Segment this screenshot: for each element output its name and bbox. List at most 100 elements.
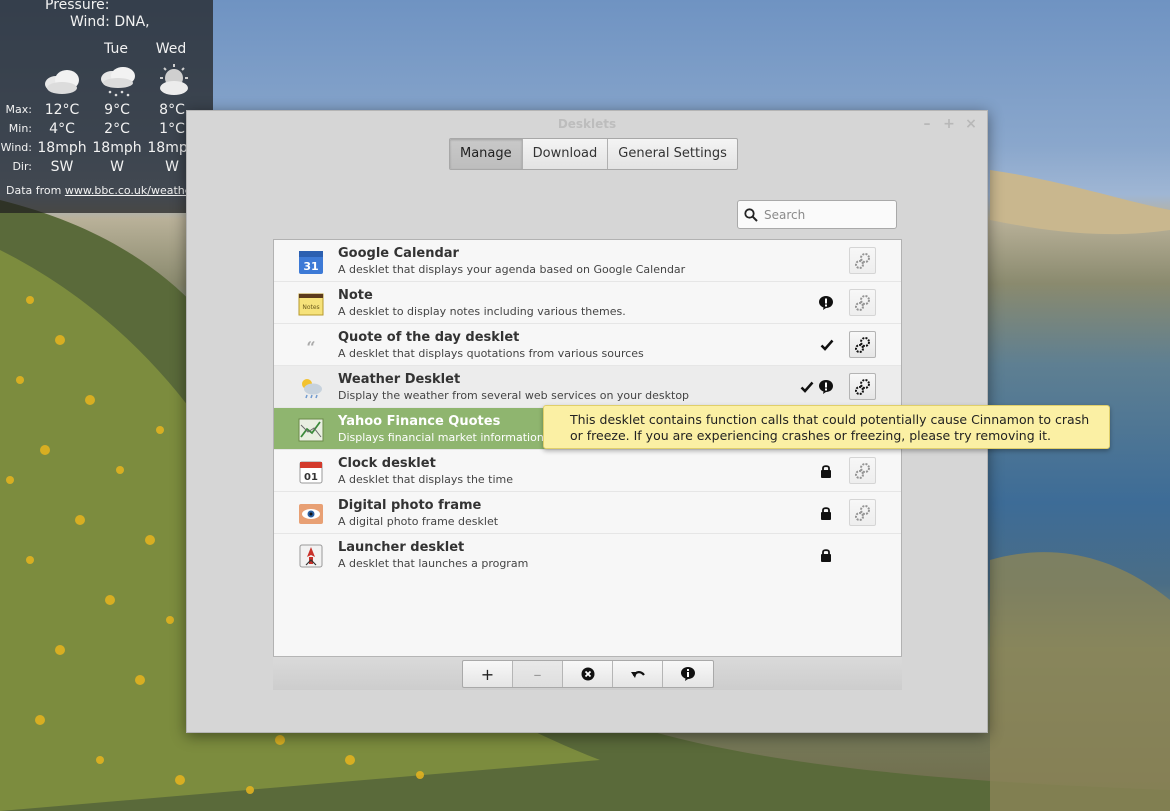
wind-row-label: Wind:	[0, 141, 32, 154]
list-item-clock-desklet[interactable]: 01 Clock desklet A desklet that displays…	[274, 450, 901, 492]
gear-icon	[854, 294, 870, 311]
list-item-digital-photo-frame[interactable]: Digital photo frame A digital photo fram…	[274, 492, 901, 534]
maximize-button[interactable]: +	[943, 111, 955, 137]
configure-button[interactable]	[849, 373, 876, 400]
calendar-01-icon: 01	[299, 461, 323, 484]
warning-icon[interactable]	[818, 295, 834, 311]
dir-today: SW	[50, 159, 74, 175]
restore-button[interactable]	[613, 661, 663, 687]
minimize-button[interactable]: –	[921, 111, 933, 137]
tab-general-settings[interactable]: General Settings	[608, 139, 737, 169]
desklet-name: Weather Desklet	[338, 372, 461, 387]
tab-bar: Manage Download General Settings	[449, 138, 738, 170]
desklet-list: 31 Google Calendar A desklet that displa…	[273, 239, 902, 689]
window-titlebar[interactable]: Desklets – + ×	[187, 111, 987, 137]
configure-button[interactable]	[849, 457, 876, 484]
min-label: Min:	[8, 122, 32, 135]
list-item-weather-desklet[interactable]: Weather Desklet Display the weather from…	[274, 366, 901, 408]
remove-button[interactable]: –	[513, 661, 563, 687]
day-wed: Wed	[155, 41, 187, 57]
configure-button[interactable]	[849, 499, 876, 526]
list-item-launcher-desklet[interactable]: Launcher desklet A desklet that launches…	[274, 534, 901, 576]
rain-cloud-icon	[101, 67, 135, 97]
list-item-note[interactable]: Notes Note A desklet to display notes in…	[274, 282, 901, 324]
svg-text:“: “	[306, 338, 315, 357]
about-button[interactable]	[663, 661, 713, 687]
desklet-description: A desklet to display notes including var…	[338, 305, 626, 318]
tab-download[interactable]: Download	[523, 139, 609, 169]
remove-all-button[interactable]	[563, 661, 613, 687]
desklet-description: Display the weather from several web ser…	[338, 389, 690, 402]
max-today: 12°C	[44, 102, 80, 118]
cloudy-icon	[45, 70, 79, 94]
search-input[interactable]	[764, 207, 889, 222]
wind-today: 18mph	[37, 140, 87, 156]
check-icon	[800, 381, 814, 393]
circle-x-icon	[581, 667, 594, 681]
min-tue: 2°C	[104, 121, 130, 137]
warning-icon[interactable]	[818, 379, 834, 395]
note-icon-label: Notes	[302, 304, 319, 311]
sun-cloud-icon	[160, 64, 188, 95]
search-icon	[744, 207, 758, 222]
desklet-description: A desklet that displays your agenda base…	[338, 263, 686, 276]
wind-tue: 18mph	[92, 140, 142, 156]
calendar-day-text: 31	[303, 260, 318, 273]
gear-icon	[854, 252, 870, 269]
check-icon	[820, 339, 834, 351]
add-button[interactable]: +	[463, 661, 513, 687]
list-item-quote-of-the-day[interactable]: “ Quote of the day desklet A desklet tha…	[274, 324, 901, 366]
photo-frame-icon	[299, 504, 323, 524]
gear-icon	[854, 378, 870, 395]
calendar-31-icon: 31	[299, 251, 323, 274]
warning-tooltip: This desklet contains function calls tha…	[543, 405, 1110, 449]
gear-icon	[854, 504, 870, 521]
note-icon: Notes	[298, 293, 324, 316]
desklet-description: A digital photo frame desklet	[338, 515, 499, 528]
dir-label: Dir:	[12, 160, 32, 173]
launcher-icon	[299, 544, 323, 568]
lock-icon	[821, 465, 831, 478]
configure-button[interactable]	[849, 247, 876, 274]
configure-button[interactable]	[849, 289, 876, 316]
configure-button[interactable]	[849, 331, 876, 358]
clock-day-text: 01	[304, 472, 318, 483]
source-link[interactable]: www.bbc.co.uk/weather	[65, 184, 196, 197]
search-box[interactable]	[737, 200, 897, 229]
max-label: Max:	[5, 103, 32, 116]
desklet-name: Yahoo Finance Quotes	[338, 414, 501, 429]
gear-icon	[854, 462, 870, 479]
weather-desklet: Pressure: Wind: DNA, Tue Wed Max: Min: W…	[0, 0, 213, 213]
wind-label: Wind: DNA,	[70, 14, 150, 30]
toolbar-button-group: + –	[462, 660, 714, 688]
desklet-description: Displays financial market information fr…	[338, 431, 563, 444]
list-item-google-calendar[interactable]: 31 Google Calendar A desklet that displa…	[274, 240, 901, 282]
data-source: Data from www.bbc.co.uk/weather↻	[6, 183, 206, 197]
desklet-name: Digital photo frame	[338, 498, 482, 513]
desklet-description: A desklet that displays the time	[338, 473, 514, 486]
close-button[interactable]: ×	[965, 111, 977, 137]
list-toolbar: + –	[273, 656, 902, 690]
desklet-name: Clock desklet	[338, 456, 436, 471]
desklet-name: Launcher desklet	[338, 540, 465, 555]
pressure-label: Pressure:	[45, 0, 110, 13]
undo-icon	[630, 671, 645, 678]
quote-icon: “	[306, 338, 315, 357]
gear-icon	[854, 336, 870, 353]
min-today: 4°C	[49, 121, 75, 137]
desklet-name: Google Calendar	[338, 246, 459, 261]
window-title: Desklets	[557, 117, 617, 131]
desklet-description: A desklet that displays quotations from …	[338, 347, 644, 360]
desklet-name: Quote of the day desklet	[338, 330, 520, 345]
weather-icon	[302, 379, 322, 399]
info-bubble-icon	[681, 667, 695, 681]
day-tue: Tue	[104, 41, 128, 57]
lock-icon	[821, 549, 831, 562]
desklet-name: Note	[338, 288, 373, 303]
finance-chart-icon	[298, 418, 324, 442]
max-tue: 9°C	[104, 102, 130, 118]
lock-icon	[821, 507, 831, 520]
desklet-description: A desklet that launches a program	[338, 557, 529, 570]
tab-manage[interactable]: Manage	[450, 139, 523, 169]
source-prefix: Data from	[6, 184, 65, 197]
